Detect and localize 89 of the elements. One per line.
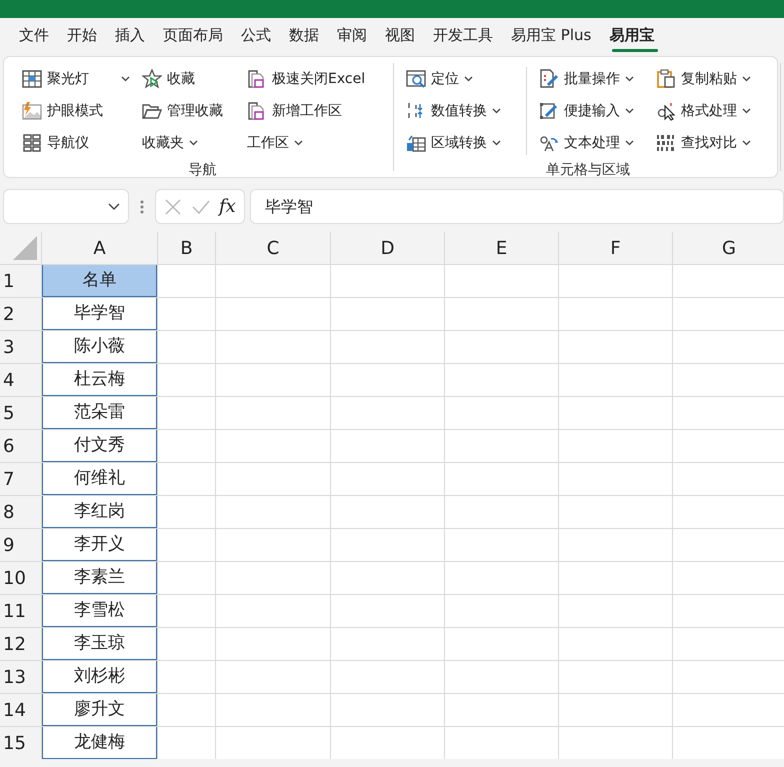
row-header[interactable]: 14	[0, 694, 41, 726]
row-header[interactable]: 13	[0, 661, 41, 693]
ribbon-tab[interactable]: 易用宝 Plus	[505, 18, 598, 52]
row-header[interactable]: 15	[0, 727, 41, 759]
close-icon	[164, 198, 182, 216]
binary-icon	[656, 133, 676, 153]
grid-icon	[22, 69, 42, 89]
chevron-icon	[108, 202, 120, 210]
ribbon-button[interactable]: 管理收藏	[140, 95, 245, 127]
row-header[interactable]: 1	[0, 265, 41, 297]
ribbon-tab[interactable]: 开发工具	[427, 18, 499, 52]
ribbon-tab[interactable]: 插入	[109, 18, 151, 52]
column-header[interactable]: E	[445, 232, 558, 264]
table-cell: 名单	[42, 265, 157, 297]
column-header[interactable]: F	[559, 232, 672, 264]
table-cell: 李红岗	[42, 496, 157, 528]
grid-icon	[22, 133, 42, 153]
row-header[interactable]: 10	[0, 562, 41, 594]
table-cell: 付文秀	[42, 430, 157, 462]
ribbon-button[interactable]: 新增工作区	[245, 95, 385, 127]
table-cell: 李开义	[42, 529, 157, 561]
ribbon-button[interactable]: 查找对比	[654, 127, 772, 159]
column-header[interactable]: C	[216, 232, 330, 264]
check-icon	[190, 198, 211, 216]
grip-icon	[140, 200, 144, 214]
row-header[interactable]: 7	[0, 463, 41, 495]
table-cell: 龙健梅	[42, 727, 157, 759]
row-header[interactable]: 8	[0, 496, 41, 528]
table-cell: 李玉琼	[42, 628, 157, 660]
ribbon-button[interactable]: 便捷输入	[537, 95, 654, 127]
row-header[interactable]: 9	[0, 529, 41, 561]
ribbon-button[interactable]: 护眼模式	[20, 95, 140, 127]
search-icon	[406, 69, 426, 89]
ribbon-tab[interactable]: 审阅	[331, 18, 373, 52]
cursor-icon	[656, 101, 676, 121]
table-cell: 杜云梅	[42, 364, 157, 396]
row-header[interactable]: 11	[0, 595, 41, 627]
ribbon-tab[interactable]: 数据	[283, 18, 325, 52]
row-header[interactable]: 12	[0, 628, 41, 660]
table-cell: 陈小薇	[42, 331, 157, 363]
table-cell: 范朵雷	[42, 397, 157, 429]
edit-icon	[539, 101, 559, 121]
table-cell: 刘杉彬	[42, 661, 157, 693]
table-icon	[406, 133, 426, 153]
column-header[interactable]: D	[331, 232, 444, 264]
table-cell: 毕学智	[42, 298, 157, 330]
column-header[interactable]: G	[673, 232, 784, 264]
ribbon-button[interactable]: 工作区	[245, 127, 385, 159]
ribbon-button[interactable]: 导航仪	[20, 127, 140, 159]
ribbon-button[interactable]: 收藏夹	[140, 127, 245, 159]
ribbon-button[interactable]: 复制粘贴	[654, 63, 772, 95]
table-cell: 廖升文	[42, 694, 157, 726]
column-header[interactable]: B	[158, 232, 215, 264]
column-header[interactable]: A	[42, 232, 157, 264]
formula-field[interactable]: 毕学智	[250, 189, 784, 224]
ribbon-tab[interactable]: 易用宝	[603, 18, 660, 52]
document-icon	[247, 101, 267, 121]
ribbon-button[interactable]: 定位	[404, 63, 522, 95]
row-header[interactable]: 5	[0, 397, 41, 429]
star-icon	[142, 69, 162, 89]
ribbon-button[interactable]: 数值转换	[404, 95, 522, 127]
ribbon-tab[interactable]: 公式	[235, 18, 277, 52]
ribbon-tab[interactable]: 文件	[13, 18, 55, 52]
ribbon-button[interactable]: 聚光灯	[20, 63, 140, 95]
function-label[interactable]: fx	[218, 193, 236, 220]
table-cell: 李素兰	[42, 562, 157, 594]
group-label: 导航	[188, 161, 216, 180]
row-header[interactable]: 3	[0, 331, 41, 363]
table-cell: 何维礼	[42, 463, 157, 495]
corner-icon	[13, 236, 37, 260]
ribbon-tab[interactable]: 视图	[379, 18, 421, 52]
edit-icon	[539, 69, 559, 89]
ribbon-tab[interactable]: 开始	[61, 18, 103, 52]
picture-icon	[22, 101, 42, 121]
ribbon-button[interactable]: 区域转换	[404, 127, 522, 159]
ribbon-button[interactable]: 批量操作	[537, 63, 654, 95]
row-header[interactable]: 4	[0, 364, 41, 396]
ribbon-button[interactable]: 极速关闭Excel	[245, 63, 385, 95]
name-box[interactable]	[3, 189, 129, 224]
ribbon-button[interactable]: 收藏	[140, 63, 245, 95]
clipboard-icon	[656, 69, 676, 89]
ribbon-button[interactable]: 文本处理	[537, 127, 654, 159]
ribbon-tab[interactable]: 页面布局	[157, 18, 229, 52]
group-label: 单元格与区域	[546, 161, 630, 180]
row-header[interactable]: 2	[0, 298, 41, 330]
row-header[interactable]: 6	[0, 430, 41, 462]
ribbon-button[interactable]: 格式处理	[654, 95, 772, 127]
document-icon	[247, 69, 267, 89]
table-cell: 李雪松	[42, 595, 157, 627]
